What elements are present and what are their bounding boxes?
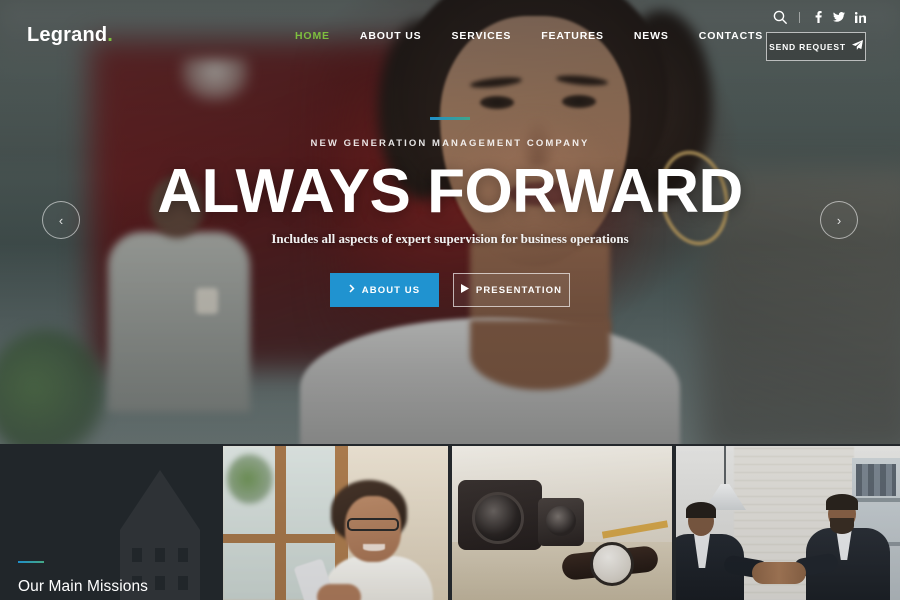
page-root: Legrand. HOME ABOUT US SERVICES FEATURES… <box>0 0 900 600</box>
chevron-right-icon: › <box>836 212 842 228</box>
nav-item-news[interactable]: NEWS <box>634 30 669 42</box>
linkedin-icon[interactable] <box>854 11 866 23</box>
paper-plane-icon <box>851 40 863 53</box>
send-request-button[interactable]: SEND REQUEST <box>766 32 866 61</box>
logo-text: Legrand <box>27 24 108 46</box>
nav-item-contacts[interactable]: CONTACTS <box>699 30 763 42</box>
missions-divider <box>18 561 44 563</box>
site-logo[interactable]: Legrand. <box>27 24 113 47</box>
presentation-button[interactable]: PRESENTATION <box>453 273 570 307</box>
tile-businessmen-handshake[interactable] <box>676 446 900 600</box>
missions-section: Our Main Missions <box>0 444 900 600</box>
hero-kicker: NEW GENERATION MANAGEMENT COMPANY <box>310 138 590 149</box>
carousel-prev-button[interactable]: ‹ <box>42 201 80 239</box>
chevron-right-icon <box>349 284 355 296</box>
about-us-button-label: ABOUT US <box>361 284 421 296</box>
utility-divider <box>799 11 800 23</box>
send-request-label: SEND REQUEST <box>769 41 846 52</box>
site-header: Legrand. HOME ABOUT US SERVICES FEATURES… <box>0 0 900 72</box>
search-icon[interactable] <box>773 10 787 24</box>
missions-panel: Our Main Missions <box>0 444 223 600</box>
hero-subline: Includes all aspects of expert supervisi… <box>271 231 629 246</box>
tile-camera-and-watch[interactable] <box>452 446 672 600</box>
presentation-button-label: PRESENTATION <box>475 284 563 296</box>
missions-title: Our Main Missions <box>18 578 149 595</box>
play-icon <box>460 284 469 296</box>
about-us-button[interactable]: ABOUT US <box>330 273 439 307</box>
tile-woman-with-phone[interactable] <box>223 446 448 600</box>
facebook-icon[interactable] <box>812 11 824 23</box>
nav-item-about-us[interactable]: ABOUT US <box>360 30 422 42</box>
twitter-icon[interactable] <box>833 12 845 22</box>
chevron-left-icon: ‹ <box>58 212 64 228</box>
hero-divider <box>430 117 470 120</box>
logo-dot: . <box>107 24 114 46</box>
carousel-next-button[interactable]: › <box>820 201 858 239</box>
nav-item-services[interactable]: SERVICES <box>452 30 512 42</box>
hero-cta-row: ABOUT US PRESENTATION <box>0 273 900 307</box>
hero-headline: ALWAYS FORWARD <box>157 157 743 226</box>
nav-item-features[interactable]: FEATURES <box>541 30 604 42</box>
missions-tile-row <box>223 446 900 600</box>
main-navigation: HOME ABOUT US SERVICES FEATURES NEWS CON… <box>295 30 763 42</box>
header-utility-bar <box>773 10 866 24</box>
nav-item-home[interactable]: HOME <box>295 30 330 42</box>
